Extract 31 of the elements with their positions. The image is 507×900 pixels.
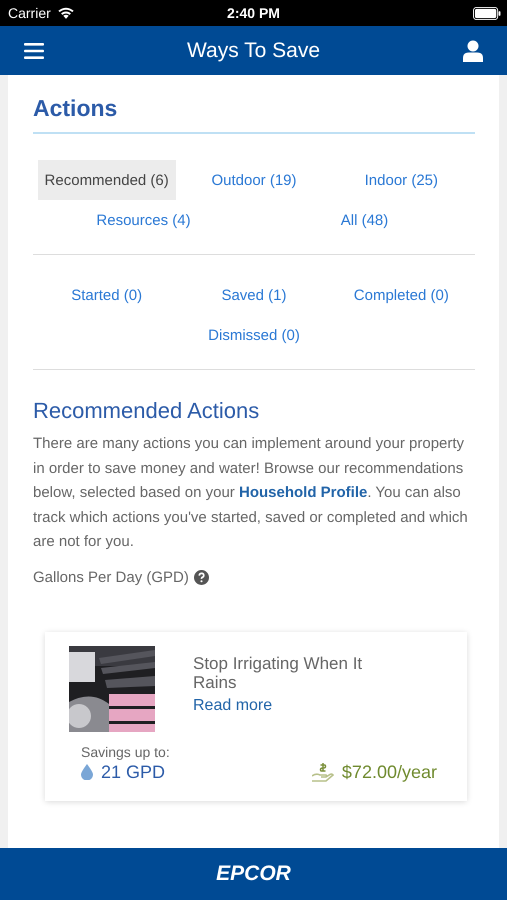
carrier-label: Carrier bbox=[8, 5, 51, 21]
action-title: Stop Irrigating When It Rains bbox=[193, 654, 364, 692]
filter-tab[interactable]: Outdoor (19) bbox=[184, 160, 323, 200]
water-drop-icon bbox=[81, 764, 93, 780]
status-tab[interactable]: Completed (0) bbox=[332, 275, 470, 315]
help-icon[interactable] bbox=[194, 570, 209, 584]
section-title: Actions bbox=[33, 95, 475, 134]
filter-tab[interactable]: Indoor (25) bbox=[332, 160, 470, 200]
filter-tab[interactable]: Recommended (6) bbox=[38, 160, 176, 200]
household-profile-link[interactable]: Household Profile bbox=[238, 484, 368, 501]
water-savings: 21 GPD bbox=[101, 762, 166, 782]
wifi-icon bbox=[56, 6, 75, 20]
savings-label: Savings up to: bbox=[81, 744, 171, 760]
filter-tab[interactable]: All (48) bbox=[296, 200, 434, 240]
filter-tab[interactable]: Resources (4) bbox=[74, 200, 212, 240]
action-card[interactable]: Stop Irrigating When It Rains Read more Savings up to: 21 GPD $72.00/year bbox=[45, 632, 467, 800]
battery-icon bbox=[473, 6, 501, 20]
read-more-link[interactable]: Read more bbox=[193, 696, 272, 714]
section-heading: Recommended Actions bbox=[33, 398, 260, 424]
status-tab[interactable]: Saved (1) bbox=[184, 275, 323, 315]
user-icon[interactable] bbox=[463, 40, 483, 62]
intro-paragraph: There are many actions you can implement around your property in order to save money and water! Browse our recommendations below, selected based on your Household Profile. You can also track which actions you've started, saved or completed and which are not for you. bbox=[33, 434, 469, 552]
menu-icon[interactable] bbox=[24, 42, 44, 60]
status-tab[interactable]: Started (0) bbox=[38, 275, 176, 315]
money-hand-icon bbox=[312, 762, 334, 782]
page-title: Ways To Save bbox=[186, 38, 320, 62]
status-tab[interactable]: Dismissed (0) bbox=[185, 315, 323, 355]
clock-time: 2:40 PM bbox=[227, 5, 280, 21]
brand-logo: EPCOR bbox=[216, 862, 291, 886]
unit-label: Gallons Per Day (GPD) bbox=[33, 568, 189, 586]
money-savings: $72.00/year bbox=[342, 762, 437, 782]
